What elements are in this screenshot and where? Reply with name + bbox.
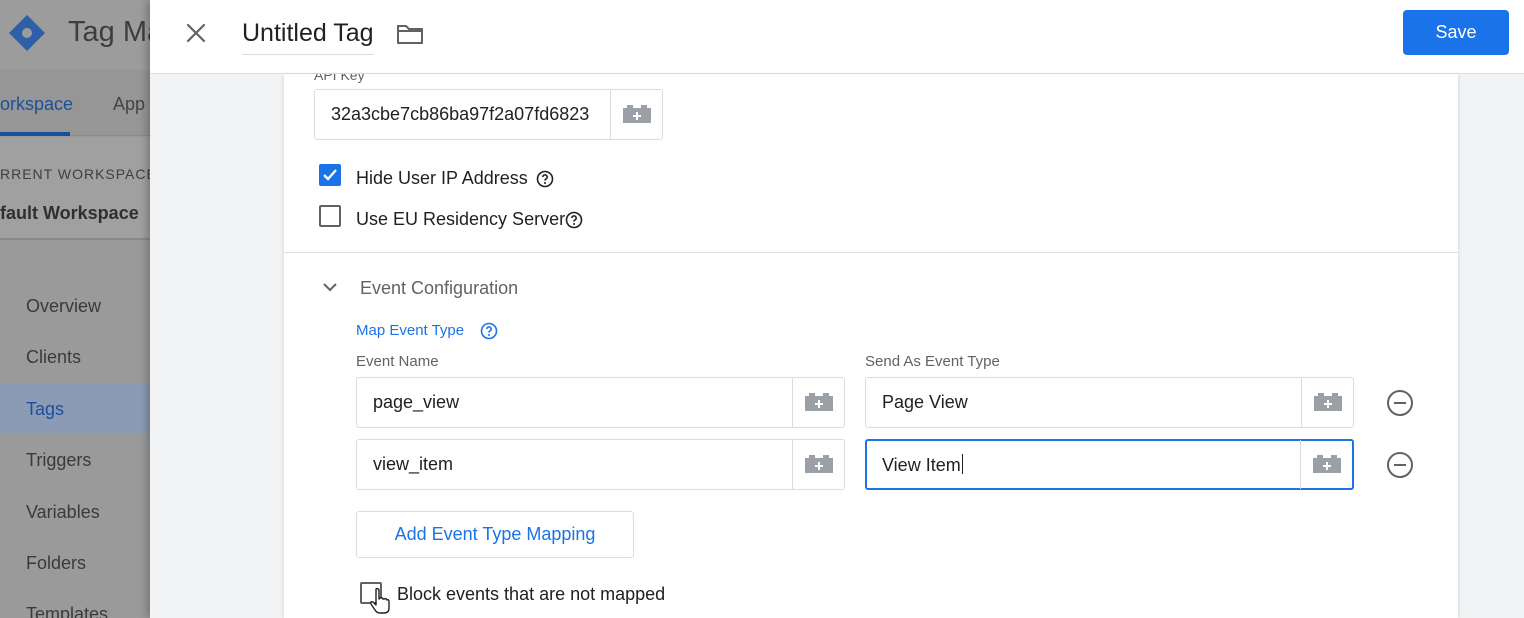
bg-tab-approvals[interactable]: App bbox=[113, 94, 145, 115]
help-icon[interactable] bbox=[480, 322, 498, 340]
hide-ip-checkbox[interactable] bbox=[319, 164, 341, 186]
tag-editor-panel: Untitled Tag Save API Key 32a3cbe7cb86ba… bbox=[150, 0, 1524, 618]
api-key-variable-button[interactable] bbox=[610, 90, 662, 139]
sidebar-item-tags[interactable]: Tags bbox=[26, 399, 64, 420]
variable-picker-icon bbox=[805, 393, 833, 411]
event-type-value: Page View bbox=[882, 392, 968, 412]
sidebar-item-variables[interactable]: Variables bbox=[26, 502, 100, 523]
add-event-type-mapping-button[interactable]: Add Event Type Mapping bbox=[356, 511, 634, 558]
text-caret bbox=[961, 454, 963, 474]
chevron-down-icon[interactable] bbox=[322, 281, 338, 293]
event-type-value: View Item bbox=[882, 454, 963, 475]
bg-tab-workspace[interactable]: orkspace bbox=[0, 94, 73, 115]
event-name-variable-button[interactable] bbox=[792, 378, 844, 427]
eu-server-checkbox[interactable] bbox=[319, 205, 341, 227]
event-configuration-title[interactable]: Event Configuration bbox=[360, 278, 518, 299]
variable-picker-icon bbox=[1314, 393, 1342, 411]
section-divider bbox=[284, 252, 1458, 253]
api-key-field[interactable]: 32a3cbe7cb86ba97f2a07fd6823 bbox=[314, 89, 663, 140]
panel-header: Untitled Tag Save bbox=[150, 0, 1524, 74]
sidebar-item-templates[interactable]: Templates bbox=[26, 604, 108, 618]
remove-row-icon[interactable] bbox=[1386, 389, 1414, 417]
folder-icon[interactable] bbox=[396, 23, 424, 45]
event-name-variable-button[interactable] bbox=[792, 440, 844, 489]
block-unmapped-label: Block events that are not mapped bbox=[397, 584, 666, 604]
bg-workspace-selector[interactable]: RRENT WORKSPACE fault Workspace bbox=[0, 137, 156, 240]
bg-topbar: Tag Ma bbox=[0, 0, 164, 70]
bg-workspace-name: fault Workspace bbox=[0, 203, 139, 223]
event-type-variable-button[interactable] bbox=[1300, 440, 1352, 489]
event-name-field[interactable]: page_view bbox=[356, 377, 845, 428]
map-event-type-label: Map Event Type bbox=[356, 322, 465, 339]
variable-picker-icon bbox=[805, 455, 833, 473]
tag-configuration-card: API Key 32a3cbe7cb86ba97f2a07fd6823 Hide… bbox=[284, 74, 1458, 618]
bg-tabs: orkspace App bbox=[0, 70, 150, 136]
save-button[interactable]: Save bbox=[1403, 10, 1509, 55]
sidebar-item-clients[interactable]: Clients bbox=[26, 347, 81, 368]
bg-nav-active-highlight bbox=[0, 384, 150, 434]
bg-tab-underline bbox=[0, 132, 70, 136]
event-type-field-focused[interactable]: View Item bbox=[865, 439, 1354, 490]
bg-workspace-label: RRENT WORKSPACE bbox=[0, 166, 157, 182]
eu-server-label: Use EU Residency Server bbox=[356, 209, 566, 229]
hide-ip-label: Hide User IP Address bbox=[356, 168, 528, 188]
hand-cursor-icon bbox=[370, 587, 390, 614]
tag-title-input[interactable]: Untitled Tag bbox=[242, 19, 374, 55]
help-icon[interactable] bbox=[536, 170, 554, 188]
tag-manager-logo-icon bbox=[9, 15, 45, 51]
sidebar-item-triggers[interactable]: Triggers bbox=[26, 450, 91, 471]
variable-picker-icon bbox=[1313, 455, 1341, 473]
sidebar-item-overview[interactable]: Overview bbox=[26, 296, 101, 317]
event-name-column-label: Event Name bbox=[356, 353, 439, 370]
remove-row-icon[interactable] bbox=[1386, 451, 1414, 479]
api-key-label: API Key bbox=[314, 74, 365, 83]
event-type-variable-button[interactable] bbox=[1301, 378, 1353, 427]
close-icon[interactable] bbox=[184, 21, 208, 45]
sidebar-item-folders[interactable]: Folders bbox=[26, 553, 86, 574]
bg-app-title: Tag Ma bbox=[68, 16, 164, 48]
variable-picker-icon bbox=[623, 105, 651, 123]
event-type-field[interactable]: Page View bbox=[865, 377, 1354, 428]
help-icon[interactable] bbox=[565, 211, 583, 229]
event-name-field[interactable]: view_item bbox=[356, 439, 845, 490]
event-name-value: view_item bbox=[373, 454, 454, 474]
checkmark-icon bbox=[323, 169, 337, 181]
bg-sidebar-nav: Overview Clients Tags Triggers Variables… bbox=[0, 240, 150, 618]
send-as-column-label: Send As Event Type bbox=[865, 353, 1000, 370]
api-key-value: 32a3cbe7cb86ba97f2a07fd6823 bbox=[331, 104, 590, 124]
event-name-value: page_view bbox=[373, 392, 460, 412]
